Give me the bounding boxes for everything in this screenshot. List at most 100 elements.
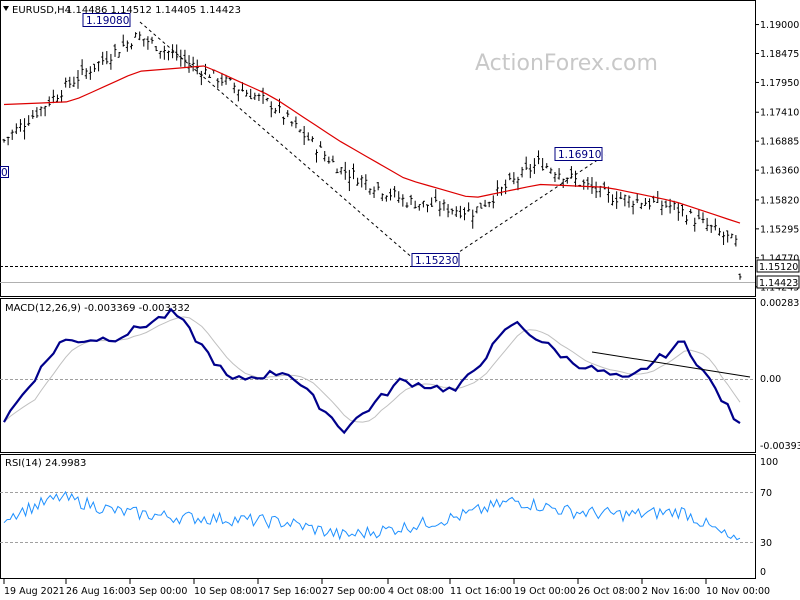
price-bar — [183, 49, 187, 68]
price-bar — [376, 181, 380, 191]
price-bar — [51, 89, 55, 104]
price-bar — [18, 119, 22, 132]
price-bar — [84, 68, 88, 79]
price-bar — [368, 188, 372, 195]
price-bar — [438, 201, 442, 217]
price-bar — [39, 106, 43, 117]
price-bar — [483, 199, 487, 207]
price-bar — [175, 44, 179, 61]
price-bar — [602, 181, 606, 190]
price-bar — [47, 96, 51, 107]
price-bar — [109, 53, 113, 70]
collapse-triangle-icon[interactable] — [3, 6, 9, 11]
price-bar — [302, 125, 306, 145]
price-bar — [434, 189, 438, 203]
price-bar — [199, 70, 203, 86]
price-tick-label: 1.15820 — [760, 195, 799, 206]
price-bar — [512, 172, 516, 185]
rsi-tick-70: 70 — [760, 488, 772, 499]
price-bar — [537, 150, 541, 165]
time-tick-label: 17 Sep 16:00 — [258, 586, 321, 597]
price-bar — [676, 202, 680, 221]
rsi-tick-0: 0 — [760, 567, 766, 578]
time-tick-label: 10 Nov 00:00 — [706, 586, 770, 597]
price-bar — [31, 109, 35, 119]
price-bar — [574, 170, 578, 187]
price-bar — [606, 186, 610, 203]
price-bar — [187, 55, 191, 73]
price-bar — [76, 70, 80, 89]
price-bar — [463, 207, 467, 221]
symbol-label: EURUSD,H4 — [12, 5, 71, 16]
price-bar — [417, 204, 421, 211]
price-bar — [323, 151, 327, 162]
price-bar — [446, 204, 450, 218]
price-bar — [491, 195, 495, 209]
price-bar — [236, 89, 240, 102]
watermark-text: ActionForex.com — [475, 51, 658, 76]
price-bar — [717, 227, 721, 236]
price-tick-label: 1.17410 — [760, 108, 799, 119]
price-bar — [356, 177, 360, 186]
price-bar — [450, 208, 454, 215]
price-bar — [586, 177, 590, 190]
price-bar — [138, 31, 142, 41]
price-bar — [631, 200, 635, 215]
price-bar — [257, 93, 261, 102]
price-bar — [245, 89, 249, 97]
macd-panel-frame — [0, 298, 756, 453]
price-bar — [701, 212, 705, 224]
price-bar — [475, 206, 479, 214]
price-tick-label: 1.15295 — [760, 224, 799, 235]
price-bar — [458, 205, 462, 219]
price-bar — [520, 166, 524, 178]
price-bar — [611, 194, 615, 206]
rsi-line — [3, 490, 741, 541]
price-tick-label: 1.18475 — [760, 49, 799, 60]
price-bar — [43, 105, 47, 117]
price-bar — [738, 273, 742, 280]
price-bar — [401, 194, 405, 207]
price-bar — [693, 217, 697, 232]
price-bar — [306, 132, 310, 141]
price-bar — [232, 82, 236, 94]
price-bar — [730, 233, 734, 239]
price-tick-label: 1.16360 — [760, 166, 799, 177]
price-bar — [314, 149, 318, 163]
low-level-label: 1.15230 — [411, 253, 460, 267]
price-bar — [101, 51, 105, 65]
time-tick-label: 3 Sep 00:00 — [130, 586, 187, 597]
price-bar — [335, 168, 339, 174]
macd-tick-zero: 0.00 — [760, 374, 781, 385]
price-bar — [294, 116, 298, 129]
price-bar — [351, 163, 355, 180]
macd-tick-bottom: -0.003939 — [760, 441, 800, 452]
time-tick-label: 19 Aug 2021 — [4, 586, 65, 597]
price-bar — [639, 202, 643, 210]
price-bar — [660, 200, 664, 216]
price-bar — [557, 168, 561, 180]
price-bar — [290, 121, 294, 127]
price-bar — [685, 214, 689, 225]
price-bar — [269, 101, 273, 118]
left-edge-label: 0 — [0, 166, 9, 179]
price-bar — [582, 179, 586, 190]
price-bar — [500, 186, 504, 196]
time-tick-label: 26 Aug 16:00 — [66, 586, 130, 597]
price-bar — [393, 186, 397, 198]
price-bar — [380, 193, 384, 202]
svg-text:1.16910: 1.16910 — [558, 149, 601, 161]
price-tick-label: 1.16885 — [760, 137, 799, 148]
svg-text:0: 0 — [1, 167, 8, 179]
ref-price-tag: 1.15120 — [756, 259, 800, 273]
price-bar — [23, 118, 27, 140]
price-bar — [648, 198, 652, 210]
price-bar — [92, 63, 96, 72]
time-tick-label: 4 Oct 08:00 — [388, 586, 444, 597]
price-bar — [528, 163, 532, 179]
price-bar — [88, 66, 92, 80]
price-bar — [64, 77, 68, 88]
price-bar — [549, 167, 553, 174]
time-tick-label: 2 Nov 16:00 — [642, 586, 700, 597]
price-bar — [203, 63, 207, 75]
